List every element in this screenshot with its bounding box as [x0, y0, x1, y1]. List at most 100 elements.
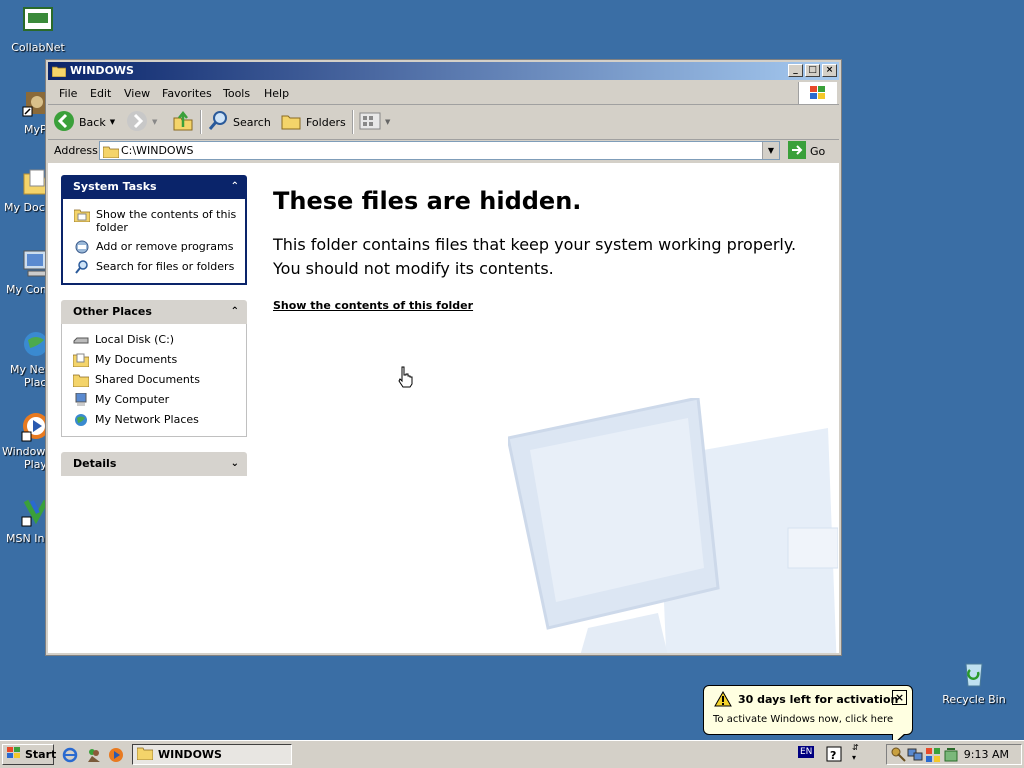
collapse-icon[interactable]: ⌃ [231, 175, 239, 199]
back-dropdown-icon[interactable]: ▼ [110, 118, 115, 126]
task-label: Add or remove programs [96, 240, 234, 253]
details-header[interactable]: Details ⌄ [61, 452, 247, 476]
place-shared-documents[interactable]: Shared Documents [62, 370, 246, 390]
folder-content-area: System Tasks ⌃ Show the contents of this… [48, 163, 839, 653]
language-options-icon[interactable]: ⇵ ▾ [852, 743, 859, 763]
messenger-quicklaunch-icon[interactable] [86, 747, 102, 766]
menu-favorites[interactable]: Favorites [162, 87, 212, 100]
media-player-quicklaunch-icon[interactable] [108, 747, 124, 766]
folders-label: Folders [306, 115, 346, 129]
search-icon [74, 260, 90, 274]
place-my-documents[interactable]: My Documents [62, 350, 246, 370]
explorer-window[interactable]: WINDOWS _ □ × File Edit View Favorites T… [45, 59, 842, 656]
desktop-icon-recycle-bin[interactable]: Recycle Bin [936, 658, 1012, 706]
task-show-contents[interactable]: Show the contents of this folder [63, 205, 245, 237]
address-input[interactable]: C:\WINDOWS ▼ [99, 141, 780, 160]
go-arrow-icon [788, 141, 806, 162]
expand-icon[interactable]: ⌄ [231, 452, 239, 476]
help-icon[interactable]: ? [826, 746, 842, 765]
task-label: Search for files or folders [96, 260, 235, 273]
folders-icon [280, 110, 302, 135]
shared-documents-icon [72, 373, 90, 388]
forward-dropdown-icon[interactable]: ▼ [152, 118, 157, 126]
search-button[interactable]: Search [207, 110, 271, 135]
search-icon [207, 110, 229, 135]
collabnet-icon [22, 6, 54, 38]
views-button[interactable]: ▼ [359, 111, 390, 133]
windows-logo [798, 82, 837, 104]
network-icon[interactable] [907, 747, 923, 766]
system-tasks-title: System Tasks [73, 180, 157, 193]
system-tasks-panel: System Tasks ⌃ Show the contents of this… [61, 175, 247, 285]
other-places-header[interactable]: Other Places ⌃ [61, 300, 247, 324]
details-title: Details [73, 457, 117, 470]
folder-icon [102, 144, 120, 161]
taskbar-window-button[interactable]: WINDOWS [132, 744, 292, 765]
balloon-text[interactable]: To activate Windows now, click here [713, 714, 893, 725]
menu-file[interactable]: File [59, 87, 77, 100]
start-button[interactable]: Start [2, 744, 56, 765]
security-icon[interactable] [925, 747, 941, 766]
language-indicator[interactable]: EN [798, 746, 815, 758]
add-remove-programs-icon [74, 240, 90, 254]
address-value: C:\WINDOWS [121, 144, 194, 157]
maximize-button[interactable]: □ [805, 64, 820, 77]
folder-icon [51, 65, 67, 83]
back-label: Back [79, 115, 106, 129]
activation-balloon[interactable]: 30 days left for activation To activate … [703, 685, 913, 746]
task-pane: System Tasks ⌃ Show the contents of this… [61, 175, 247, 476]
clock[interactable]: 9:13 AM [964, 748, 1009, 761]
minimize-button[interactable]: _ [788, 64, 803, 77]
computer-watermark-icon [508, 398, 838, 653]
place-my-network-places[interactable]: My Network Places [62, 410, 246, 430]
go-button[interactable]: Go [788, 141, 825, 162]
other-places-title: Other Places [73, 305, 152, 318]
task-search-files[interactable]: Search for files or folders [63, 257, 245, 277]
task-label: Show the contents of this folder [96, 208, 237, 234]
place-label: My Computer [95, 393, 170, 406]
up-folder-button[interactable] [172, 110, 194, 135]
toolbar: Back ▼ ▼ Search Folders ▼ [48, 105, 839, 140]
back-button[interactable]: Back ▼ [53, 110, 115, 135]
folders-button[interactable]: Folders [280, 111, 346, 133]
up-folder-icon [172, 110, 194, 135]
close-button[interactable]: × [822, 64, 837, 77]
local-disk-icon [73, 333, 89, 347]
windows-flag-icon [6, 746, 22, 763]
my-documents-icon [72, 353, 90, 368]
views-dropdown-icon: ▼ [385, 118, 391, 126]
menu-view[interactable]: View [124, 87, 150, 100]
desktop-icon-collabnet[interactable]: CollabNet [0, 6, 76, 54]
system-tray: 9:13 AM [886, 744, 1022, 765]
place-local-disk[interactable]: Local Disk (C:) [62, 330, 246, 350]
task-add-remove-programs[interactable]: Add or remove programs [63, 237, 245, 257]
place-my-computer[interactable]: My Computer [62, 390, 246, 410]
address-dropdown-icon[interactable]: ▼ [762, 142, 779, 159]
notice-line-2: You should not modify its contents. [273, 259, 554, 278]
title-bar[interactable]: WINDOWS _ □ × [48, 62, 839, 80]
notice-description: This folder contains files that keep you… [273, 233, 823, 281]
system-tasks-header[interactable]: System Tasks ⌃ [61, 175, 247, 199]
show-contents-link[interactable]: Show the contents of this folder [273, 299, 473, 312]
warning-icon [714, 690, 732, 710]
search-label: Search [233, 115, 271, 129]
recycle-bin-icon [958, 658, 990, 690]
folder-icon [136, 746, 154, 763]
desktop-icon-label: CollabNet [11, 41, 65, 54]
activation-key-icon[interactable] [891, 747, 907, 766]
forward-button[interactable]: ▼ [126, 110, 157, 133]
hand-cursor-icon [398, 366, 413, 388]
balloon-close-button[interactable]: × [892, 690, 907, 705]
go-label: Go [810, 145, 826, 158]
menu-bar: File Edit View Favorites Tools Help [48, 82, 839, 105]
menu-help[interactable]: Help [264, 87, 289, 100]
desktop-icon-label: Recycle Bin [942, 693, 1006, 706]
update-icon[interactable] [943, 747, 959, 766]
menu-edit[interactable]: Edit [90, 87, 111, 100]
place-label: Local Disk (C:) [95, 333, 175, 346]
ie-quicklaunch-icon[interactable] [62, 747, 78, 766]
menu-tools[interactable]: Tools [223, 87, 250, 100]
balloon-title: 30 days left for activation [738, 693, 899, 706]
collapse-icon[interactable]: ⌃ [231, 300, 239, 324]
back-arrow-icon [53, 110, 75, 135]
